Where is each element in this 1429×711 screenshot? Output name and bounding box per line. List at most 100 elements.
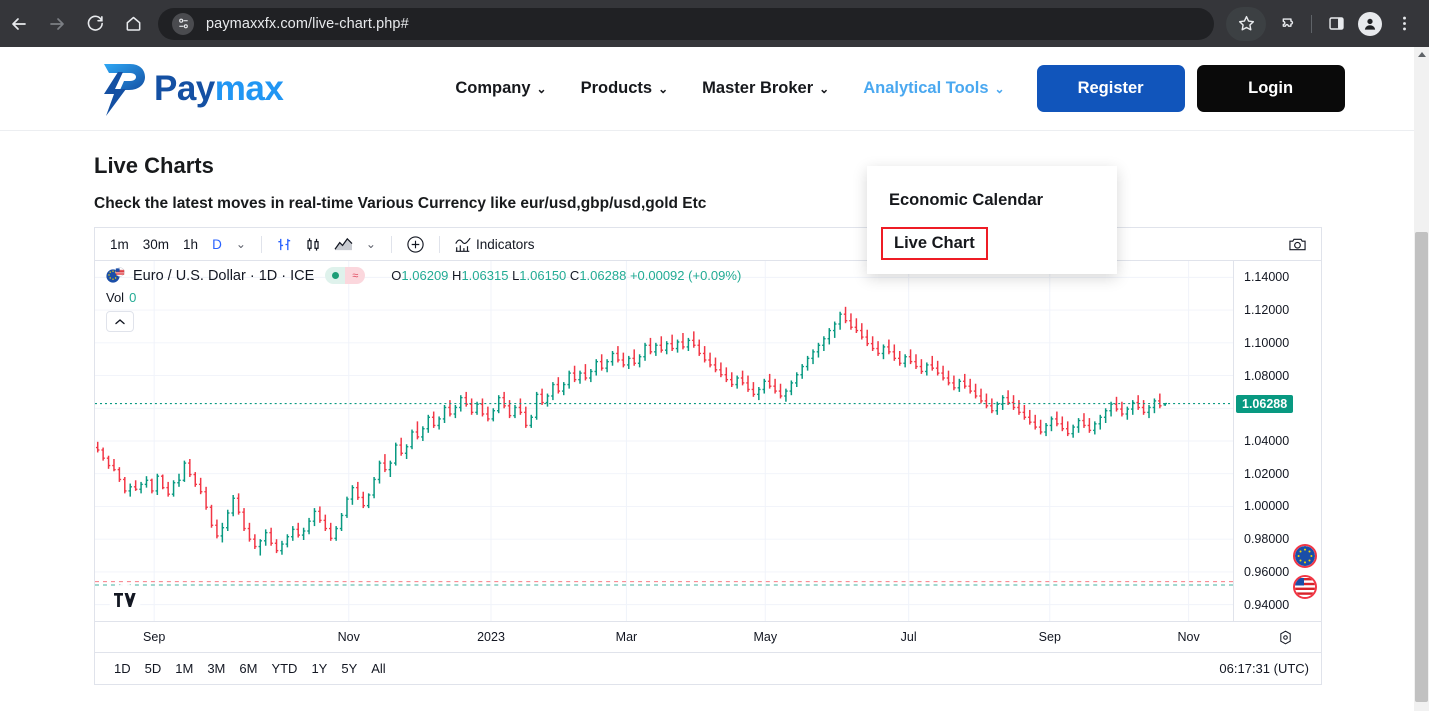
chevron-down-icon: ⌄ [658,81,669,96]
range-1m[interactable]: 1M [168,658,200,679]
forward-button[interactable] [38,5,76,43]
time-tick-label: May [753,630,778,644]
volume-value: 0 [129,290,137,305]
price-tick-label: 1.08000 [1244,368,1290,383]
time-axis[interactable]: Sep Nov 2023 Mar May Jul Sep Nov [95,621,1321,652]
time-tick-label: Nov [337,630,360,644]
ohlc-open-value: 1.06209 [401,268,449,283]
star-icon [1238,15,1254,31]
toolbar-divider [1311,14,1312,33]
reload-button[interactable] [76,5,114,43]
chart-clock: 06:17:31 (UTC) [1219,661,1309,676]
header-actions: Register Login [1036,65,1345,112]
page-scrollbar[interactable] [1414,47,1429,711]
dropdown-item-live-chart[interactable]: Live Chart [881,227,988,260]
camera-icon[interactable] [1282,231,1313,257]
range-1d[interactable]: 1D [107,658,138,679]
browser-toolbar: paymaxxfx.com/live-chart.php# [0,0,1429,47]
eu-flag-badge-icon[interactable] [1293,544,1317,568]
indicators-label: Indicators [475,236,535,252]
current-price-badge: 1.06288 [1236,394,1294,413]
home-icon [126,16,140,31]
series-dropdown-chevron-down-icon[interactable]: ⌄ [359,234,383,254]
scrollbar-thumb[interactable] [1415,232,1428,702]
range-3m[interactable]: 3M [200,658,232,679]
extensions-button[interactable] [1270,7,1304,41]
chevron-down-icon: ⌄ [819,81,830,96]
site-settings-icon[interactable] [172,12,194,35]
side-panel-button[interactable] [1319,7,1353,41]
range-6m[interactable]: 6M [232,658,264,679]
ohlc-change-pct: (+0.09%) [688,268,742,283]
time-tick-label: Nov [1177,630,1200,644]
time-tick-label: Jul [900,630,917,644]
price-tick-label: 1.00000 [1244,499,1290,514]
range-5y[interactable]: 5Y [334,658,364,679]
nav-item-products[interactable]: Products ⌄ [581,79,669,98]
p-lightning-bolt-logo [104,63,145,116]
price-tick-label: 1.14000 [1244,270,1290,285]
range-all[interactable]: All [364,658,392,679]
toolbar-divider [260,235,262,253]
tradingview-logo-icon[interactable] [109,584,141,616]
indicators-button[interactable]: Indicators [448,231,541,257]
toolbar-divider [390,235,392,253]
nav-item-company[interactable]: Company ⌄ [455,79,546,98]
delayed-data-icon: ≈ [345,267,366,284]
back-button[interactable] [0,5,38,43]
chart-range-bar: 1D 5D 1M 3M 6M YTD 1Y 5Y All 06:17:31 (U… [95,652,1321,684]
ohlc-values: O1.06209 H1.06315 L1.06150 C1.06288 +0.0… [391,268,741,283]
legend-collapse-button[interactable] [106,311,134,332]
area-series-icon[interactable] [328,231,359,257]
chart-body[interactable]: Euro / U.S. Dollar · 1D · ICE ≈ O1.06209… [95,261,1321,652]
range-1y[interactable]: 1Y [304,658,334,679]
address-bar[interactable]: paymaxxfx.com/live-chart.php# [158,7,1214,40]
time-tick-label: Sep [143,630,166,644]
chart-symbol-title[interactable]: Euro / U.S. Dollar · 1D · ICE [133,268,314,284]
browser-menu-button[interactable] [1387,7,1421,41]
site-logo[interactable]: Paymax [96,60,284,118]
forward-arrow-icon [50,17,64,30]
candle-series-icon[interactable] [299,231,328,257]
ohlc-open-label: O [391,268,402,283]
nav-item-master-broker[interactable]: Master Broker ⌄ [702,79,829,98]
nav-item-analytical-tools[interactable]: Analytical Tools ⌄ [863,79,1004,98]
timeframe-30m[interactable]: 30m [136,234,176,255]
chevron-down-icon: ⌄ [994,81,1005,96]
range-5d[interactable]: 5D [138,658,169,679]
nav-label: Company [455,79,531,97]
browser-action-icons [1226,6,1429,41]
login-button[interactable]: Login [1196,65,1345,112]
timeframe-1m[interactable]: 1m [103,234,136,255]
scrollbar-up-button[interactable] [1414,47,1429,62]
home-button[interactable] [114,5,152,43]
tradingview-chart-widget: 1m 30m 1h D ⌄ ⌄ Indicators Euro / U.S. D… [94,227,1322,685]
axis-settings-gear-icon[interactable] [1278,630,1293,650]
price-tick-label: 1.12000 [1244,303,1290,318]
us-flag-badge-icon[interactable] [1293,575,1317,599]
time-tick-label: Mar [615,630,638,644]
profile-button[interactable] [1353,7,1387,41]
timeframe-dropdown-chevron-down-icon[interactable]: ⌄ [229,234,253,254]
market-open-dot-icon [325,267,346,284]
logo-text-secondary: max [214,68,284,108]
chart-legend: Euro / U.S. Dollar · 1D · ICE ≈ O1.06209… [106,267,741,332]
timeframe-d[interactable]: D [205,234,229,255]
range-ytd[interactable]: YTD [264,658,304,679]
ohlc-close-label: C [569,268,580,283]
time-tick-label: Sep [1038,630,1061,644]
register-button[interactable]: Register [1036,65,1185,112]
bookmark-button[interactable] [1226,6,1266,41]
bar-series-icon[interactable] [270,231,299,257]
ohlc-close-value: 1.06288 [579,268,627,283]
analytical-tools-dropdown: Economic Calendar Live Chart [867,166,1117,274]
price-tick-label: 0.96000 [1244,564,1290,579]
time-tick-label: 2023 [477,630,505,644]
price-tick-label: 1.04000 [1244,434,1290,448]
plus-circle-icon[interactable] [400,231,431,257]
nav-label: Analytical Tools [863,79,989,97]
dropdown-item-economic-calendar[interactable]: Economic Calendar [867,184,1117,217]
price-tick-label: 1.10000 [1244,335,1290,350]
timeframe-1h[interactable]: 1h [176,234,205,255]
chevron-up-icon [115,318,125,324]
